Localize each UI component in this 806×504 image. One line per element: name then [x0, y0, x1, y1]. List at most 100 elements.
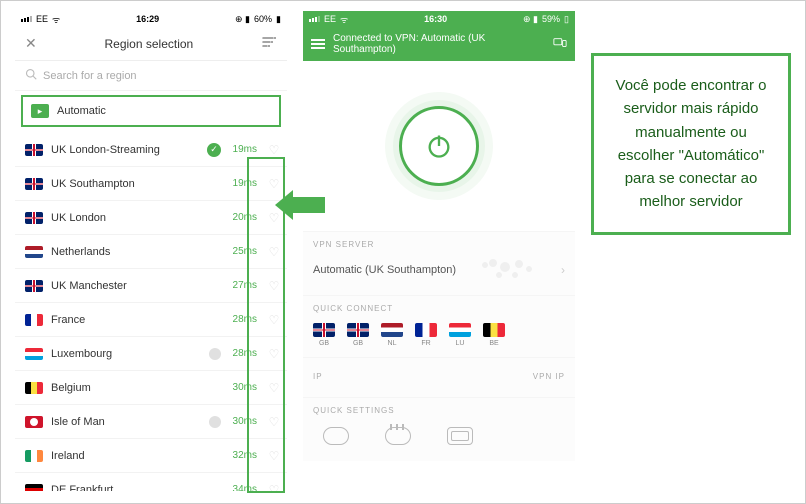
ping-value: 27ms: [229, 280, 259, 291]
flag-icon: [25, 416, 43, 428]
country-code: GB: [353, 340, 363, 347]
favorite-icon[interactable]: ♡: [267, 381, 281, 395]
quick-connect-section: QUICK CONNECT GB GB NL FR LU BE: [303, 295, 575, 357]
clock: 16:29: [136, 14, 159, 24]
server-row[interactable]: UK London-Streaming✓19ms♡: [15, 133, 287, 167]
favorite-icon[interactable]: ♡: [267, 483, 281, 492]
server-row[interactable]: Ireland32ms♡: [15, 439, 287, 473]
flag-icon: [25, 144, 43, 156]
search-input[interactable]: Search for a region: [15, 61, 287, 91]
favorite-icon[interactable]: ♡: [267, 449, 281, 463]
section-title: VPN SERVER: [313, 240, 565, 249]
ping-value: 28ms: [229, 348, 259, 359]
flag-icon: [381, 323, 403, 337]
carrier-label: EE: [36, 14, 48, 24]
flag-icon: [25, 382, 43, 394]
ping-value: 28ms: [229, 314, 259, 325]
close-icon[interactable]: ✕: [25, 35, 37, 52]
region-selection-screen: EE ᯤ 16:29 ⊕ ▮ 60% ▮ ✕ Region selection …: [15, 11, 287, 491]
vpn-ip-label: VPN IP: [533, 372, 565, 381]
battery-icon: ▯: [564, 14, 569, 25]
search-placeholder: Search for a region: [43, 70, 137, 82]
search-icon: [25, 68, 37, 83]
flag-icon: [25, 450, 43, 462]
server-name: Ireland: [51, 450, 221, 462]
annotation-callout: Você pode encontrar o servidor mais rápi…: [591, 53, 791, 235]
status-bar: EE ᯤ 16:29 ⊕ ▮ 60% ▮: [15, 11, 287, 27]
server-row[interactable]: UK London20ms♡: [15, 201, 287, 235]
ping-value: 19ms: [229, 144, 259, 155]
ip-label: IP: [313, 372, 323, 381]
flag-icon: [347, 323, 369, 337]
automatic-option[interactable]: ▸ Automatic: [21, 95, 281, 127]
favorite-icon[interactable]: ♡: [267, 279, 281, 293]
server-row[interactable]: UK Southampton19ms♡: [15, 167, 287, 201]
favorite-icon[interactable]: ♡: [267, 143, 281, 157]
flag-icon: [415, 323, 437, 337]
flag-icon: [25, 314, 43, 326]
server-row[interactable]: Netherlands 25ms ♡: [15, 235, 287, 269]
ping-value: 25ms: [229, 246, 259, 257]
flag-icon: [313, 323, 335, 337]
killswitch-icon[interactable]: [323, 427, 349, 445]
power-button-area: [303, 61, 575, 231]
server-row[interactable]: UK Manchester27ms♡: [15, 269, 287, 303]
devices-icon[interactable]: [553, 36, 567, 53]
quick-connect-item[interactable]: GB: [313, 323, 335, 347]
server-row[interactable]: Isle of Man30ms♡: [15, 405, 287, 439]
section-title: QUICK CONNECT: [313, 304, 565, 313]
streaming-badge-icon: [209, 416, 221, 428]
favorite-icon[interactable]: ♡: [267, 177, 281, 191]
battery-icon: ▮: [276, 14, 281, 25]
server-row[interactable]: DE Frankfurt34ms♡: [15, 473, 287, 491]
top-bar: ✕ Region selection: [15, 27, 287, 61]
favorite-icon[interactable]: ♡: [267, 313, 281, 327]
ping-value: 30ms: [229, 416, 259, 427]
power-button[interactable]: [399, 106, 479, 186]
server-name: Netherlands: [51, 246, 221, 258]
server-name: Luxembourg: [51, 348, 201, 360]
server-row[interactable]: Belgium30ms♡: [15, 371, 287, 405]
wifi-icon: ᯤ: [52, 13, 60, 26]
server-name: Belgium: [51, 382, 221, 394]
network-icon[interactable]: [385, 427, 411, 445]
country-code: FR: [421, 340, 430, 347]
vpn-main-screen: EE ᯤ 16:30 ⊕ ▮ 59% ▯ Connected to VPN: A…: [303, 11, 575, 491]
country-code: LU: [456, 340, 465, 347]
server-name: UK London: [51, 212, 221, 224]
battery-percent: 60%: [254, 14, 272, 24]
status-bar: EE ᯤ 16:30 ⊕ ▮ 59% ▯: [303, 11, 575, 27]
flag-icon: [25, 212, 43, 224]
favorite-icon[interactable]: ♡: [267, 415, 281, 429]
automatic-icon: ▸: [31, 104, 49, 118]
quick-connect-item[interactable]: LU: [449, 323, 471, 347]
connection-header: Connected to VPN: Automatic (UK Southamp…: [303, 27, 575, 61]
flag-icon: [25, 246, 43, 258]
quick-connect-item[interactable]: FR: [415, 323, 437, 347]
ping-value: 20ms: [229, 212, 259, 223]
vpn-server-section[interactable]: VPN SERVER Automatic (UK Southampton) ›: [303, 231, 575, 295]
country-code: GB: [319, 340, 329, 347]
quick-connect-item[interactable]: NL: [381, 323, 403, 347]
server-row[interactable]: Luxembourg 28ms ♡: [15, 337, 287, 371]
server-row[interactable]: France 28ms ♡: [15, 303, 287, 337]
favorite-icon[interactable]: ♡: [267, 347, 281, 361]
page-title: Region selection: [37, 37, 261, 51]
vpn-server-value: Automatic (UK Southampton): [313, 264, 456, 276]
flag-icon: [25, 348, 43, 360]
server-name: DE Frankfurt: [51, 484, 221, 492]
favorite-icon[interactable]: ♡: [267, 245, 281, 259]
settings-tile-icon[interactable]: [447, 427, 473, 445]
section-title: QUICK SETTINGS: [313, 406, 565, 415]
flag-icon: [25, 178, 43, 190]
quick-connect-item[interactable]: GB: [347, 323, 369, 347]
flag-icon: [25, 280, 43, 292]
server-name: France: [51, 314, 221, 326]
server-list: UK London-Streaming✓19ms♡UK Southampton1…: [15, 133, 287, 491]
check-icon: ✓: [207, 143, 221, 157]
menu-icon[interactable]: [311, 39, 325, 49]
sort-icon[interactable]: [261, 34, 277, 53]
quick-connect-item[interactable]: BE: [483, 323, 505, 347]
world-map-icon: [475, 255, 543, 285]
status-extra: ⊕ ▮: [523, 14, 538, 25]
